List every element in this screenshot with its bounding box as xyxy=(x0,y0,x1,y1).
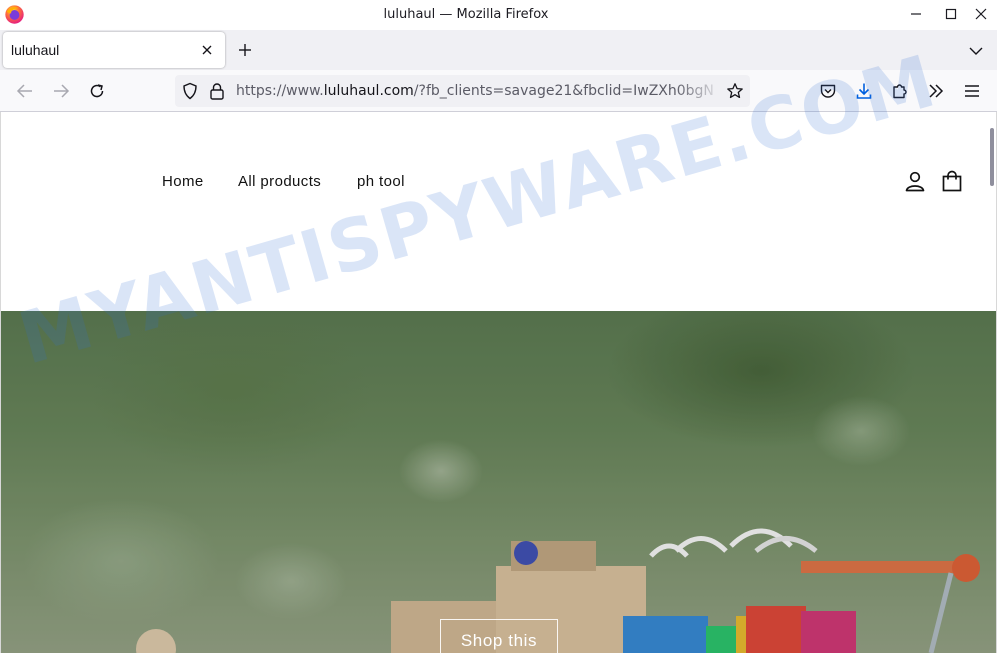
chevron-double-right-icon[interactable] xyxy=(927,82,945,100)
url-text[interactable]: https://www.luluhaul.com/?fb_clients=sav… xyxy=(236,83,719,99)
close-window-button[interactable] xyxy=(965,0,997,28)
navigation-toolbar: https://www.luluhaul.com/?fb_clients=sav… xyxy=(0,70,997,112)
hero-scrim xyxy=(1,311,996,653)
close-icon xyxy=(975,8,987,20)
minimize-button[interactable] xyxy=(900,0,932,28)
maximize-icon xyxy=(945,8,957,20)
plus-icon[interactable] xyxy=(237,42,253,58)
minimize-icon xyxy=(911,13,921,15)
url-fade xyxy=(675,75,723,107)
star-icon[interactable] xyxy=(726,82,744,100)
download-icon[interactable] xyxy=(855,82,873,100)
url-scheme: https://www. xyxy=(236,83,324,99)
shop-this-button[interactable]: Shop this xyxy=(440,619,558,653)
pocket-icon[interactable] xyxy=(819,82,837,100)
chevron-down-icon[interactable] xyxy=(968,43,984,59)
lock-icon[interactable] xyxy=(209,82,225,100)
arrow-right-icon[interactable] xyxy=(52,82,70,100)
tab-strip: luluhaul xyxy=(0,30,997,70)
hamburger-icon[interactable] xyxy=(963,82,981,100)
url-bar[interactable]: https://www.luluhaul.com/?fb_clients=sav… xyxy=(175,75,750,107)
window-title: luluhaul — Mozilla Firefox xyxy=(383,7,549,22)
tab-luluhaul[interactable]: luluhaul xyxy=(3,32,225,68)
maximize-button[interactable] xyxy=(935,0,967,28)
bag-icon[interactable] xyxy=(941,170,963,192)
nav-link-ph-tool[interactable]: ph tool xyxy=(357,173,405,190)
close-tab-icon[interactable] xyxy=(201,44,213,56)
arrow-left-icon[interactable] xyxy=(16,82,34,100)
site-header: Home All products ph tool xyxy=(1,112,996,311)
url-path: /?fb_clients=savage21&fbclid=IwZXh0bgN xyxy=(413,83,714,99)
url-host: luluhaul.com xyxy=(323,83,414,99)
page-viewport: Home All products ph tool Shop this xyxy=(0,112,997,653)
title-bar: luluhaul — Mozilla Firefox xyxy=(0,0,997,30)
page-scrollbar[interactable] xyxy=(988,112,996,653)
shield-icon[interactable] xyxy=(181,82,199,100)
hero-banner: Shop this xyxy=(1,311,996,653)
reload-icon[interactable] xyxy=(88,82,106,100)
user-icon[interactable] xyxy=(904,170,926,192)
puzzle-icon[interactable] xyxy=(891,82,909,100)
scrollbar-thumb[interactable] xyxy=(990,128,994,186)
nav-link-all-products[interactable]: All products xyxy=(238,173,321,190)
nav-link-home[interactable]: Home xyxy=(162,173,204,190)
tab-label: luluhaul xyxy=(11,42,60,58)
